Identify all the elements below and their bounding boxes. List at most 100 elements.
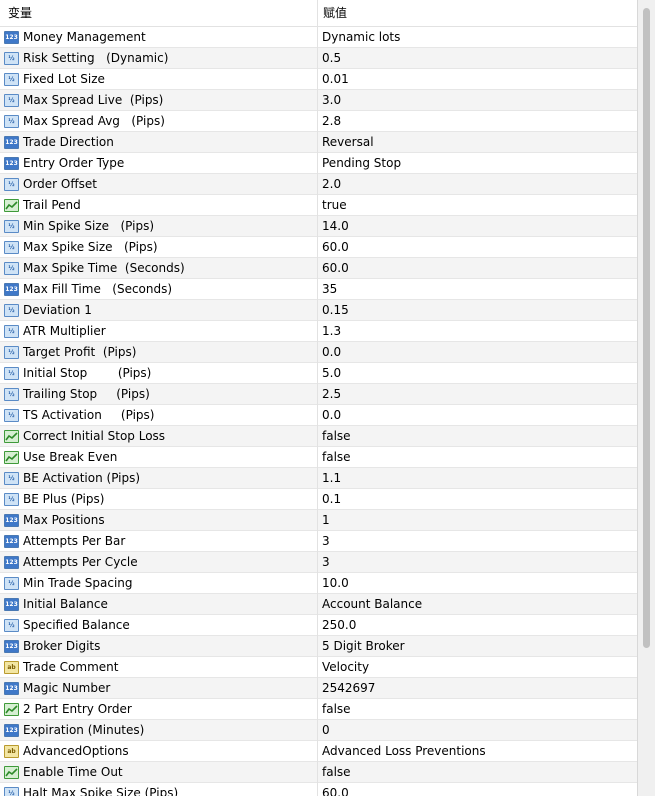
integer-type-icon: 123 [4, 723, 19, 737]
column-header-value[interactable]: 赋值 [318, 0, 637, 26]
input-name-cell: ½ Trailing Stop (Pips) [0, 383, 318, 405]
input-row[interactable]: ½ Min Trade Spacing 10.0 [0, 572, 637, 594]
input-value[interactable]: 35 [318, 282, 637, 296]
input-row[interactable]: ½ Halt Max Spike Size (Pips) 60.0 [0, 782, 637, 796]
double-type-icon: ½ [4, 366, 19, 380]
input-name: Money Management [23, 30, 146, 44]
input-value[interactable]: 0.15 [318, 303, 637, 317]
column-header-variable[interactable]: 变量 [0, 0, 318, 26]
integer-type-icon: 123 [4, 555, 19, 569]
input-row[interactable]: ½ Initial Stop (Pips) 5.0 [0, 362, 637, 384]
input-name: AdvancedOptions [23, 744, 129, 758]
input-value[interactable]: 2.5 [318, 387, 637, 401]
input-row[interactable]: ½ Min Spike Size (Pips) 14.0 [0, 215, 637, 237]
input-value[interactable]: Pending Stop [318, 156, 637, 170]
input-value[interactable]: 1.1 [318, 471, 637, 485]
input-value[interactable]: 2542697 [318, 681, 637, 695]
input-value[interactable]: 10.0 [318, 576, 637, 590]
input-row[interactable]: Correct Initial Stop Loss false [0, 425, 637, 447]
input-row[interactable]: ab Trade Comment Velocity [0, 656, 637, 678]
double-type-icon: ½ [4, 786, 19, 796]
input-value[interactable]: false [318, 429, 637, 443]
input-value[interactable]: false [318, 765, 637, 779]
input-name: Max Positions [23, 513, 105, 527]
input-row[interactable]: 123 Max Fill Time (Seconds) 35 [0, 278, 637, 300]
input-value[interactable]: false [318, 450, 637, 464]
input-row[interactable]: 123 Trade Direction Reversal [0, 131, 637, 153]
input-value[interactable]: 0.5 [318, 51, 637, 65]
input-value[interactable]: Account Balance [318, 597, 637, 611]
input-row[interactable]: ½ Fixed Lot Size 0.01 [0, 68, 637, 90]
input-row[interactable]: ½ Order Offset 2.0 [0, 173, 637, 195]
input-value[interactable]: Advanced Loss Preventions [318, 744, 637, 758]
input-name: Trailing Stop (Pips) [23, 387, 150, 401]
input-value[interactable]: Reversal [318, 135, 637, 149]
input-row[interactable]: ½ Risk Setting (Dynamic) 0.5 [0, 47, 637, 69]
input-row[interactable]: ½ Max Spread Avg (Pips) 2.8 [0, 110, 637, 132]
input-name-cell: Enable Time Out [0, 761, 318, 783]
input-value[interactable]: 5 Digit Broker [318, 639, 637, 653]
input-row[interactable]: 123 Entry Order Type Pending Stop [0, 152, 637, 174]
input-value[interactable]: 60.0 [318, 240, 637, 254]
input-row[interactable]: ½ TS Activation (Pips) 0.0 [0, 404, 637, 426]
input-value[interactable]: true [318, 198, 637, 212]
input-value[interactable]: 1 [318, 513, 637, 527]
input-row[interactable]: 123 Broker Digits 5 Digit Broker [0, 635, 637, 657]
input-value[interactable]: 0.0 [318, 408, 637, 422]
input-value[interactable]: 0.0 [318, 345, 637, 359]
input-row[interactable]: ½ ATR Multiplier 1.3 [0, 320, 637, 342]
input-row[interactable]: ½ Trailing Stop (Pips) 2.5 [0, 383, 637, 405]
input-value[interactable]: Dynamic lots [318, 30, 637, 44]
input-row[interactable]: 123 Money Management Dynamic lots [0, 26, 637, 48]
input-name-cell: ½ BE Plus (Pips) [0, 488, 318, 510]
input-row[interactable]: ½ Max Spike Size (Pips) 60.0 [0, 236, 637, 258]
input-row[interactable]: Enable Time Out false [0, 761, 637, 783]
input-value[interactable]: 60.0 [318, 786, 637, 796]
input-row[interactable]: ½ Specified Balance 250.0 [0, 614, 637, 636]
double-type-icon: ½ [4, 114, 19, 128]
integer-type-icon: 123 [4, 156, 19, 170]
input-value[interactable]: 60.0 [318, 261, 637, 275]
input-value[interactable]: Velocity [318, 660, 637, 674]
input-row[interactable]: 123 Magic Number 2542697 [0, 677, 637, 699]
input-row[interactable]: ½ Deviation 1 0.15 [0, 299, 637, 321]
input-row[interactable]: ½ Target Profit (Pips) 0.0 [0, 341, 637, 363]
input-value[interactable]: 2.8 [318, 114, 637, 128]
input-value[interactable]: 2.0 [318, 177, 637, 191]
input-name-cell: ½ Max Spread Live (Pips) [0, 89, 318, 111]
input-name: Trade Comment [23, 660, 119, 674]
input-row[interactable]: 2 Part Entry Order false [0, 698, 637, 720]
input-row[interactable]: ab AdvancedOptions Advanced Loss Preventio… [0, 740, 637, 762]
input-value[interactable]: 1.3 [318, 324, 637, 338]
input-value[interactable]: 5.0 [318, 366, 637, 380]
input-value[interactable]: 250.0 [318, 618, 637, 632]
input-name-cell: ½ Max Spread Avg (Pips) [0, 110, 318, 132]
input-row[interactable]: 123 Attempts Per Bar 3 [0, 530, 637, 552]
input-name-cell: ½ Min Trade Spacing [0, 572, 318, 594]
input-row[interactable]: ½ BE Plus (Pips) 0.1 [0, 488, 637, 510]
input-value[interactable]: 14.0 [318, 219, 637, 233]
input-row[interactable]: ½ Max Spike Time (Seconds) 60.0 [0, 257, 637, 279]
input-row[interactable]: Use Break Even false [0, 446, 637, 468]
input-row[interactable]: 123 Expiration (Minutes) 0 [0, 719, 637, 741]
input-value[interactable]: 3 [318, 534, 637, 548]
input-row[interactable]: Trail Pend true [0, 194, 637, 216]
input-row[interactable]: ½ Max Spread Live (Pips) 3.0 [0, 89, 637, 111]
double-type-icon: ½ [4, 387, 19, 401]
input-value[interactable]: 0.1 [318, 492, 637, 506]
input-name-cell: ½ Max Spike Size (Pips) [0, 236, 318, 258]
double-type-icon: ½ [4, 240, 19, 254]
input-row[interactable]: 123 Attempts Per Cycle 3 [0, 551, 637, 573]
input-value[interactable]: false [318, 702, 637, 716]
scrollbar-thumb[interactable] [643, 8, 650, 648]
input-value[interactable]: 0.01 [318, 72, 637, 86]
input-row[interactable]: 123 Initial Balance Account Balance [0, 593, 637, 615]
input-value[interactable]: 3 [318, 555, 637, 569]
input-name: Correct Initial Stop Loss [23, 429, 166, 443]
input-row[interactable]: ½ BE Activation (Pips) 1.1 [0, 467, 637, 489]
input-value[interactable]: 3.0 [318, 93, 637, 107]
input-value[interactable]: 0 [318, 723, 637, 737]
vertical-scrollbar[interactable] [638, 0, 655, 796]
input-name-cell: ½ BE Activation (Pips) [0, 467, 318, 489]
input-row[interactable]: 123 Max Positions 1 [0, 509, 637, 531]
